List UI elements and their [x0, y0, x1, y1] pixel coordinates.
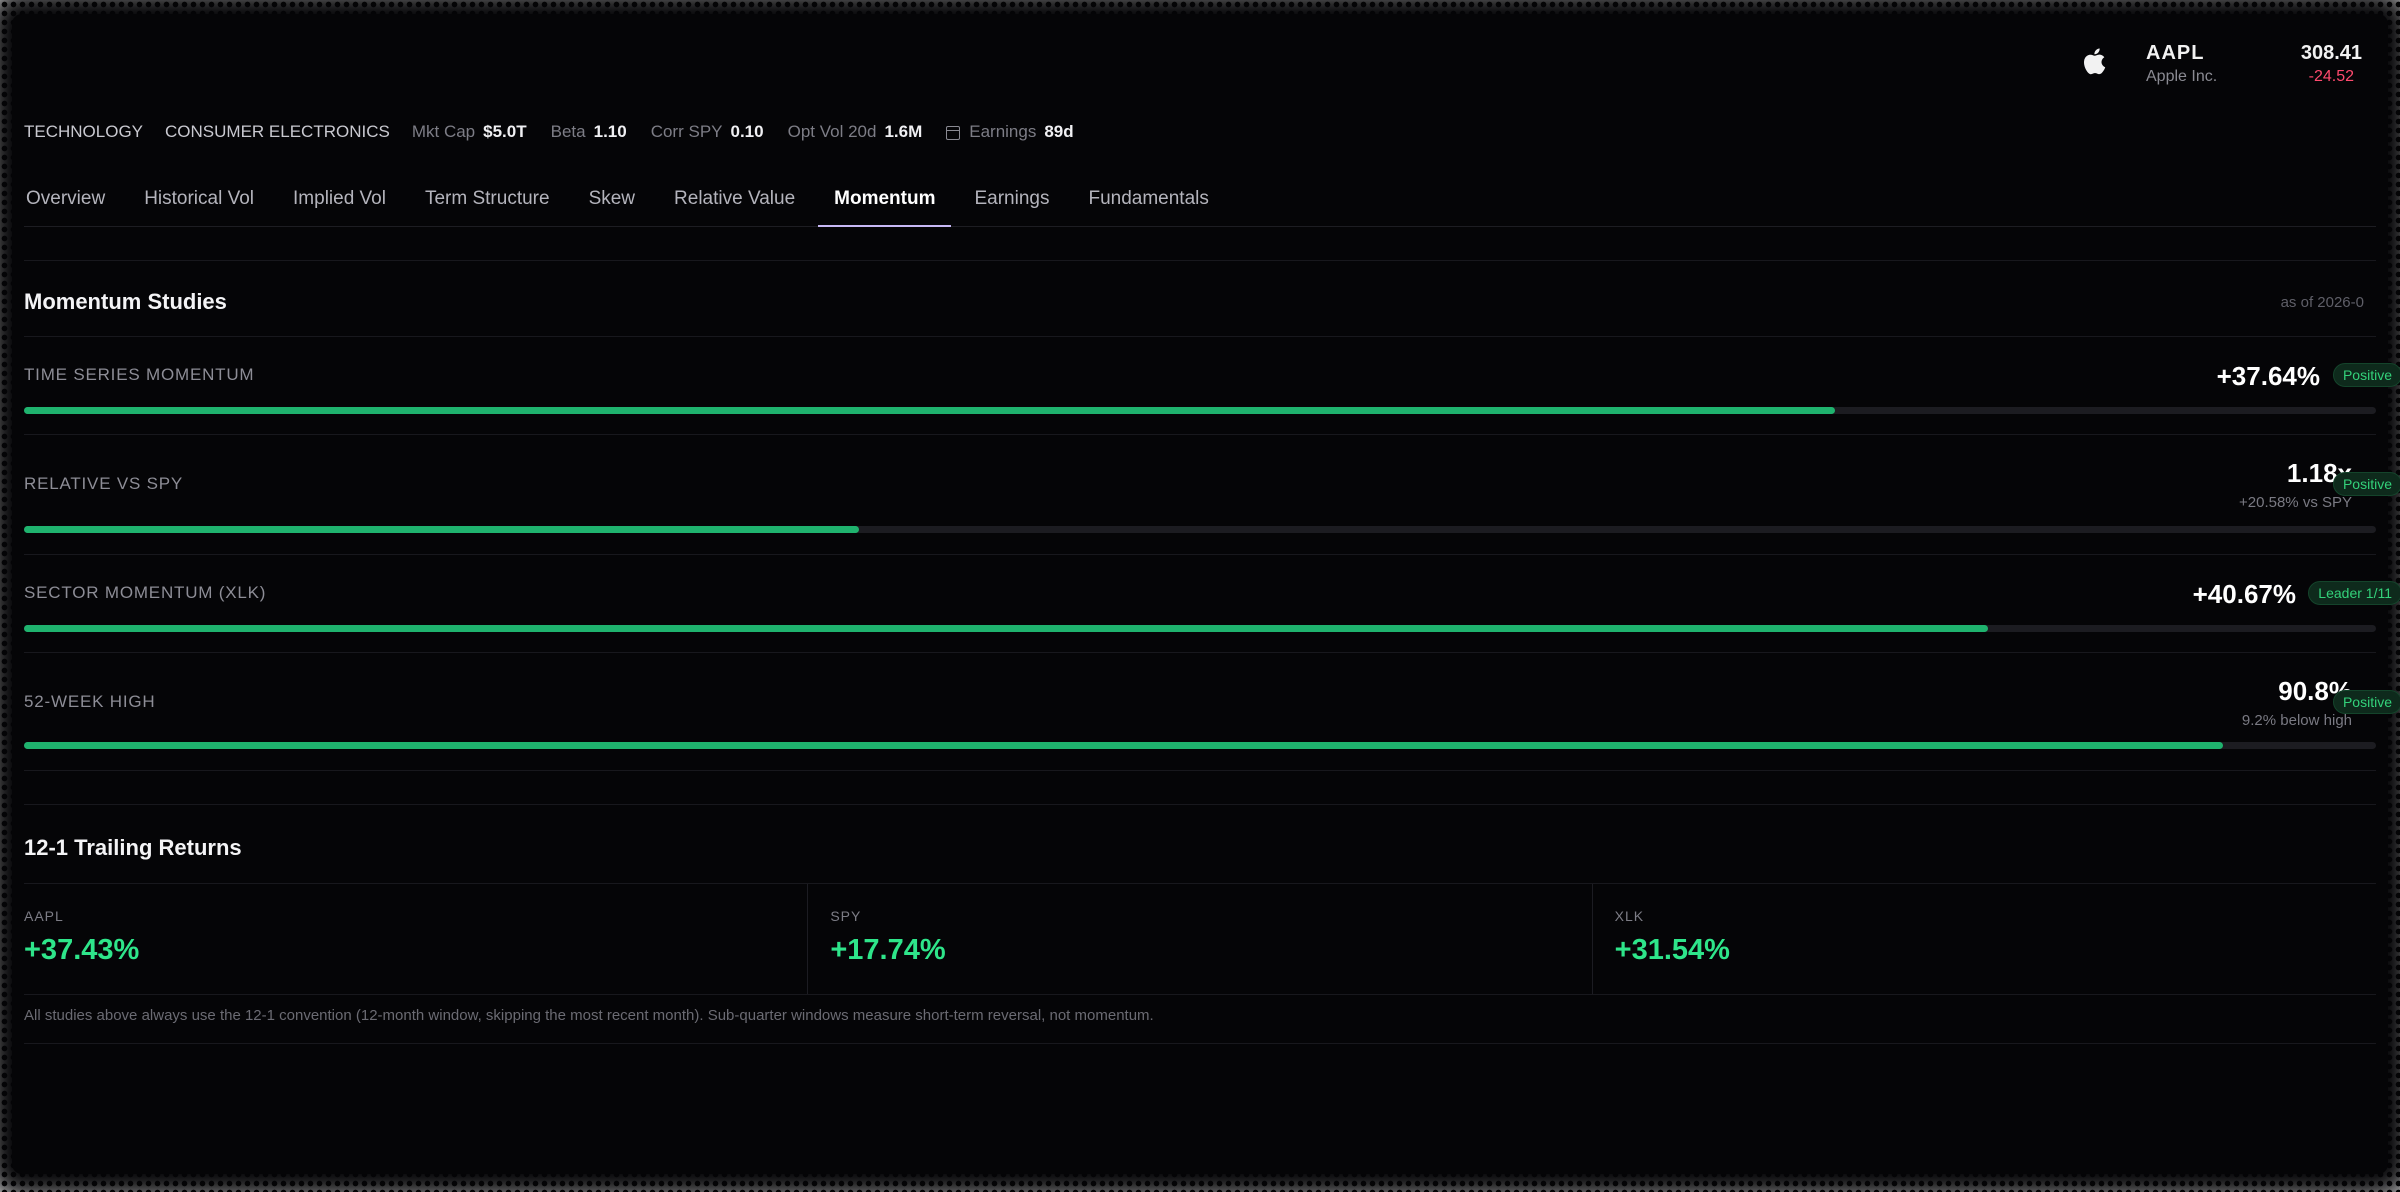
tab-implied-vol[interactable]: Implied Vol	[277, 174, 402, 226]
trailing-returns-title: 12-1 Trailing Returns	[24, 835, 242, 860]
row-value: +37.64%	[2216, 361, 2320, 391]
divider	[24, 336, 2376, 337]
ticker-header[interactable]: AAPL Apple Inc. 308.41 -24.52	[2078, 38, 2378, 88]
row-label: 52-WEEK HIGH	[24, 692, 156, 711]
progress-track	[24, 625, 2376, 632]
return-label: AAPL	[24, 908, 64, 924]
status-badge: Leader 1/11	[2308, 581, 2400, 605]
return-value: +37.43%	[24, 934, 140, 966]
tab-fundamentals[interactable]: Fundamentals	[1072, 174, 1224, 226]
divider	[24, 770, 2376, 771]
momentum-row-relative-spy: RELATIVE VS SPY 1.18x +20.58% vs SPY Pos…	[24, 458, 2400, 534]
sector-tag: TECHNOLOGY	[24, 122, 144, 141]
progress-fill	[24, 742, 2224, 749]
momentum-row-sector: SECTOR MOMENTUM (XLK) +40.67% Leader 1/1…	[24, 579, 2400, 633]
momentum-row-52-week-high: 52-WEEK HIGH 90.8% 9.2% below high Posit…	[24, 676, 2400, 752]
ticker-symbol: AAPL	[2146, 42, 2205, 64]
row-label: RELATIVE VS SPY	[24, 474, 184, 493]
earnings-countdown: 89d	[1044, 122, 1074, 141]
calendar-icon	[946, 126, 961, 140]
progress-track	[24, 407, 2376, 414]
row-label: TIME SERIES MOMENTUM	[24, 365, 255, 384]
return-value: +17.74%	[830, 934, 946, 966]
divider	[24, 554, 2376, 555]
momentum-studies-title: Momentum Studies	[24, 289, 227, 314]
beta-label: Beta	[550, 122, 586, 141]
analysis-tabs: Overview Historical Vol Implied Vol Term…	[24, 174, 2376, 227]
ticker-company-name: Apple Inc.	[2146, 68, 2218, 85]
instrument-meta-row: TECHNOLOGY CONSUMER ELECTRONICS Mkt Cap …	[24, 120, 1098, 144]
ticker-change: -24.52	[2308, 68, 2354, 85]
momentum-row-time-series: TIME SERIES MOMENTUM +37.64% Positive	[24, 361, 2400, 415]
opt-vol-value: 1.6M	[884, 122, 923, 141]
return-cell-aapl: AAPL +37.43%	[24, 884, 809, 994]
return-cell-xlk: XLK +31.54%	[1593, 884, 2376, 994]
tab-earnings[interactable]: Earnings	[958, 174, 1065, 226]
ticker-price: 308.41	[2300, 42, 2362, 64]
divider	[24, 652, 2376, 653]
tab-historical-vol[interactable]: Historical Vol	[128, 174, 270, 226]
tab-overview[interactable]: Overview	[24, 174, 121, 226]
divider	[24, 804, 2376, 805]
earnings-label: Earnings	[969, 122, 1037, 141]
return-label: XLK	[1614, 908, 1645, 924]
progress-track	[24, 526, 2376, 533]
progress-track	[24, 742, 2376, 749]
tab-term-structure[interactable]: Term Structure	[409, 174, 566, 226]
row-subtext: 9.2% below high	[2241, 712, 2352, 729]
return-label: SPY	[830, 908, 862, 924]
app-root: AAPL Apple Inc. 308.41 -24.52 TECHNOLOGY…	[0, 0, 2400, 1192]
tab-skew[interactable]: Skew	[573, 174, 651, 226]
divider	[24, 260, 2376, 261]
progress-fill	[24, 625, 1988, 632]
row-label: SECTOR MOMENTUM (XLK)	[24, 583, 267, 602]
corr-spy-label: Corr SPY	[650, 122, 723, 141]
status-badge: Positive	[2332, 363, 2400, 387]
beta-value: 1.10	[593, 122, 627, 141]
as-of-date: as of 2026-0	[2280, 294, 2364, 311]
row-subtext: +20.58% vs SPY	[2239, 494, 2352, 511]
industry-tag: CONSUMER ELECTRONICS	[165, 122, 390, 141]
return-cell-spy: SPY +17.74%	[808, 884, 1593, 994]
progress-fill	[24, 526, 859, 533]
mkt-cap-value: $5.0T	[483, 122, 527, 141]
status-badge: Positive	[2332, 472, 2400, 496]
corr-spy-value: 0.10	[730, 122, 764, 141]
trailing-returns-grid: AAPL +37.43% SPY +17.74% XLK +31.54%	[24, 883, 2376, 995]
tab-momentum[interactable]: Momentum	[818, 174, 952, 227]
row-value: +40.67%	[2192, 579, 2296, 609]
return-value: +31.54%	[1614, 934, 1730, 966]
opt-vol-label: Opt Vol 20d	[787, 122, 877, 141]
apple-logo-icon	[2084, 48, 2106, 75]
mkt-cap-label: Mkt Cap	[411, 122, 476, 141]
status-badge: Positive	[2332, 690, 2400, 714]
divider	[24, 434, 2376, 435]
divider	[24, 1043, 2376, 1044]
progress-fill	[24, 407, 1836, 414]
tab-relative-value[interactable]: Relative Value	[658, 174, 811, 226]
methodology-footnote: All studies above always use the 12-1 co…	[24, 1007, 1154, 1024]
